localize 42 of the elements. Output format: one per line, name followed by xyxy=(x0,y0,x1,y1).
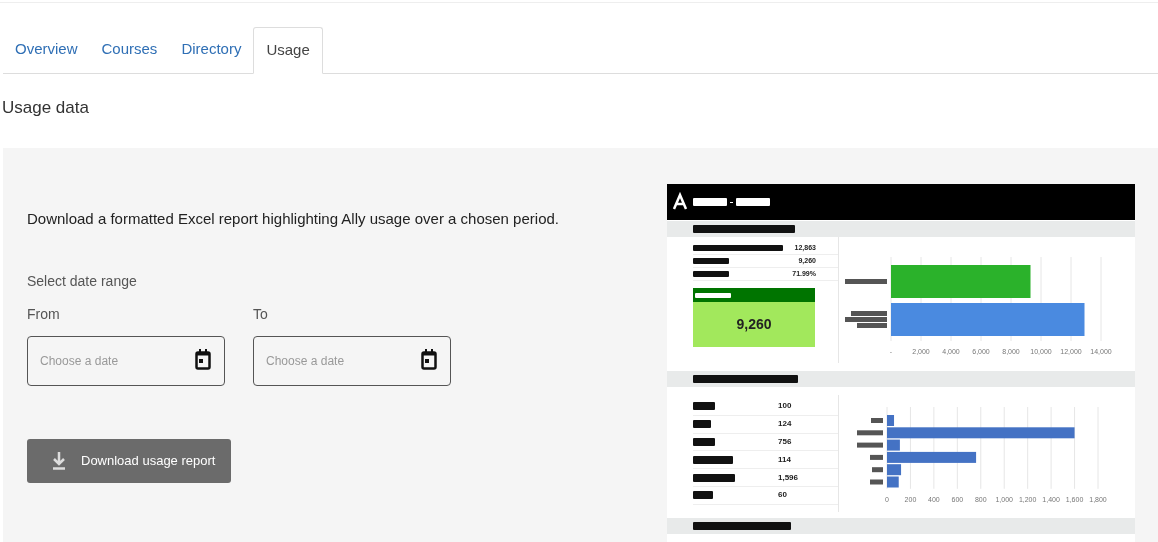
chart-bar xyxy=(887,476,899,488)
tab[interactable]: Overview xyxy=(3,26,90,73)
redaction-bar xyxy=(871,418,883,423)
tab[interactable]: Directory xyxy=(169,26,254,73)
cell-value: 100 xyxy=(778,400,793,413)
redaction-bar xyxy=(693,258,729,264)
redaction-bar xyxy=(693,198,727,206)
redaction-bar xyxy=(857,442,883,448)
date-field[interactable]: Choose a date xyxy=(253,335,451,386)
redaction-bar xyxy=(857,430,883,436)
cell-value: 60 xyxy=(778,489,788,502)
redaction-bar xyxy=(845,279,887,284)
section-heading: Usage data xyxy=(2,97,89,119)
redaction-bar xyxy=(693,455,733,464)
redaction-bar xyxy=(845,311,887,328)
redaction-bar xyxy=(870,479,883,485)
description-text: Download a formatted Excel report highlighting Ally usage over a chosen period. xyxy=(27,209,559,229)
redaction-bar xyxy=(693,402,715,411)
date-range-label: Select date range xyxy=(27,271,137,291)
redaction-bar xyxy=(693,438,715,446)
cell-value: 124 xyxy=(778,418,793,431)
cell-value: 756 xyxy=(778,436,793,448)
calendar-icon[interactable] xyxy=(421,348,437,371)
cell-value: 1,596 xyxy=(778,471,800,484)
redaction-bar xyxy=(693,473,735,482)
tab[interactable]: Usage xyxy=(253,27,323,74)
field-label: To xyxy=(253,304,268,324)
highlight-value: 9,260 xyxy=(736,315,772,334)
redaction-bar xyxy=(693,271,729,277)
download-icon xyxy=(53,451,65,470)
redaction-bar xyxy=(736,198,770,206)
redaction-bar xyxy=(870,454,883,460)
redaction-bar xyxy=(693,420,711,429)
redaction-bar xyxy=(872,467,883,473)
redaction-bar xyxy=(695,292,731,298)
download-button[interactable]: Download usage report xyxy=(27,438,231,483)
cell-value: 114 xyxy=(778,453,792,466)
date-field[interactable]: Choose a date xyxy=(27,335,225,386)
field-label: From xyxy=(27,304,60,324)
redaction-bar xyxy=(693,491,713,500)
calendar-icon[interactable] xyxy=(195,348,211,371)
tab[interactable]: Courses xyxy=(89,26,170,73)
